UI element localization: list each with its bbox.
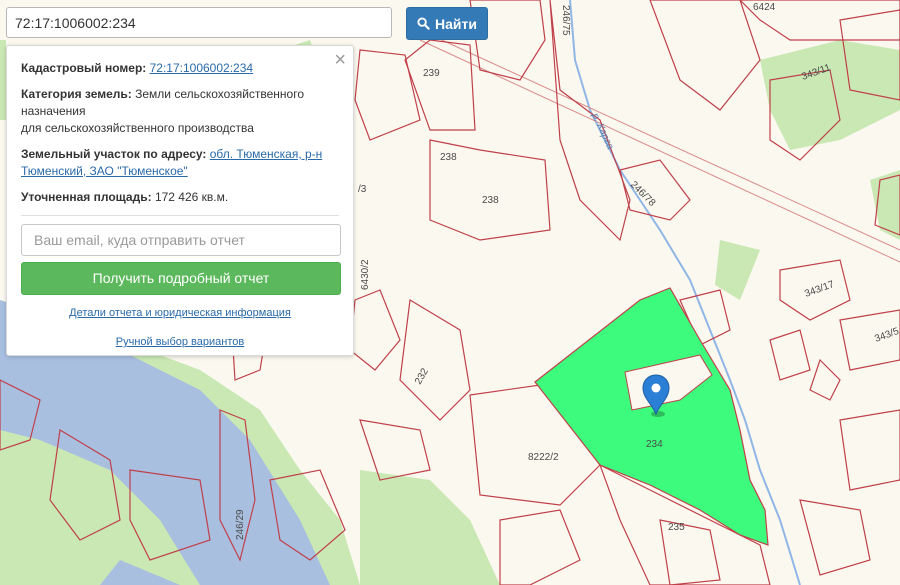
cadastral-number-link[interactable]: 72:17:1006002:234 <box>150 61 253 75</box>
label-234: 234 <box>646 439 663 450</box>
category-row: Категория земель: Земли сельскохозяйстве… <box>21 86 339 137</box>
label-238b: 238 <box>482 195 499 206</box>
area-label: Уточненная площадь: <box>21 190 152 204</box>
label-3: /3 <box>358 184 367 195</box>
report-details-link[interactable]: Детали отчета и юридическая информация <box>69 307 291 319</box>
email-field[interactable] <box>21 224 341 256</box>
details-row: Детали отчета и юридическая информация <box>21 305 339 322</box>
divider <box>21 215 339 216</box>
cadastral-label: Кадастровый номер: <box>21 61 147 75</box>
search-button-label: Найти <box>435 15 477 32</box>
label-6424: 6424 <box>753 2 776 13</box>
address-label: Земельный участок по адресу: <box>21 147 207 161</box>
category-value-2: для сельскохозяйственного производства <box>21 121 254 135</box>
manual-selection-link[interactable]: Ручной выбор вариантов <box>116 336 244 348</box>
label-6430-2: 6430/2 <box>360 259 371 290</box>
label-8222-2: 8222/2 <box>528 452 559 463</box>
manual-row: Ручной выбор вариантов <box>21 334 339 351</box>
area-value: 172 426 кв.м. <box>154 190 229 204</box>
search-button[interactable]: Найти <box>406 7 488 40</box>
address-row: Земельный участок по адресу: обл. Тюменс… <box>21 146 339 180</box>
label-235: 235 <box>668 522 685 533</box>
cadastral-row: Кадастровый номер: 72:17:1006002:234 <box>21 60 339 77</box>
search-icon <box>417 17 430 30</box>
get-report-button[interactable]: Получить подробный отчет <box>21 262 341 295</box>
category-label: Категория земель: <box>21 87 132 101</box>
label-238a: 238 <box>440 152 457 163</box>
label-246-75: 246/75 <box>560 5 571 36</box>
area-row: Уточненная площадь: 172 426 кв.м. <box>21 189 339 206</box>
parcel-info-panel: × Кадастровый номер: 72:17:1006002:234 К… <box>6 45 354 356</box>
search-input[interactable] <box>6 7 392 38</box>
label-246-29: 246/29 <box>235 509 246 540</box>
close-icon[interactable]: × <box>334 50 346 70</box>
label-239: 239 <box>423 68 440 79</box>
